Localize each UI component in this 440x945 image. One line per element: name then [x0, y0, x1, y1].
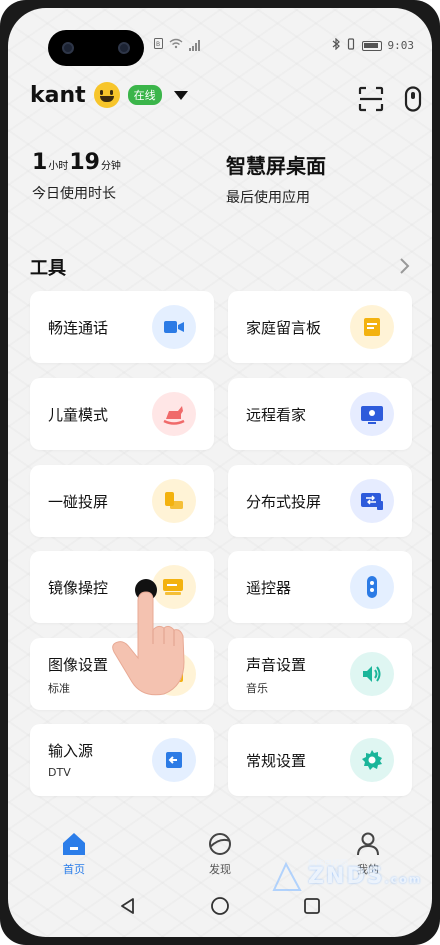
usage-hours: 1	[32, 150, 48, 175]
remote-control-icon[interactable]	[400, 86, 426, 112]
tool-card-sublabel: 音乐	[246, 682, 268, 695]
hours-unit: 小时	[48, 161, 69, 172]
back-icon[interactable]	[118, 896, 138, 916]
tool-card-label: 畅连通话	[48, 319, 109, 337]
tool-card[interactable]: 一碰投屏	[30, 465, 214, 537]
status-icons-right: 9:03	[332, 37, 415, 53]
tool-card-label: 儿童模式	[48, 406, 109, 424]
tool-card[interactable]: 输入源 DTV	[30, 724, 214, 796]
tool-card-label: 遥控器	[246, 579, 292, 597]
watermark-domain: .com	[384, 873, 423, 886]
usage-duration-value: 1 小时 19 分钟	[32, 150, 122, 175]
tool-card[interactable]: 儿童模式	[30, 378, 214, 450]
tool-card-label: 镜像操控	[48, 579, 109, 597]
smiley-emoji-icon	[93, 82, 120, 108]
speaker-icon	[350, 652, 394, 696]
usage-minutes: 19	[69, 150, 100, 175]
tool-card-label: 远程看家	[246, 406, 307, 424]
rocking-horse-icon	[152, 392, 196, 436]
bluetooth-icon	[332, 37, 340, 53]
tool-card[interactable]: 分布式投屏	[228, 465, 412, 537]
usage-duration-label: 今日使用时长	[32, 186, 116, 202]
nav-home-label: 首页	[63, 863, 85, 876]
person-icon	[357, 832, 379, 856]
wifi-icon	[169, 38, 183, 52]
tools-section-title: 工具	[30, 258, 66, 279]
vibrate-icon	[346, 38, 356, 53]
status-icons-left: B	[154, 38, 200, 52]
camera-lens-icon	[118, 42, 130, 54]
nav-home[interactable]: 首页	[44, 831, 104, 877]
camera-cutout	[48, 30, 144, 66]
minutes-unit: 分钟	[100, 161, 121, 172]
camera-lens-icon	[62, 42, 74, 54]
tool-card-label: 分布式投屏	[246, 493, 322, 511]
phone-frame: B 9:03 kant 在线 1 小时 19 分钟 今日使用时长 智慧屏桌面 最…	[0, 0, 440, 945]
tool-card-label: 图像设置	[48, 656, 109, 674]
username: kant	[30, 82, 86, 108]
notepad-icon	[350, 305, 394, 349]
system-navigation-bar	[8, 888, 432, 928]
user-header[interactable]: kant 在线	[30, 82, 188, 108]
online-status-badge: 在线	[127, 85, 162, 105]
gear-icon	[350, 738, 394, 782]
tool-card-label: 家庭留言板	[246, 319, 322, 337]
home-icon	[63, 833, 85, 855]
video-call-icon	[152, 305, 196, 349]
chevron-right-icon[interactable]	[398, 256, 412, 276]
recents-icon[interactable]	[302, 896, 322, 916]
clock: 9:03	[387, 39, 415, 52]
remote-control-icon	[350, 565, 394, 609]
discover-icon	[209, 833, 231, 855]
distributed-cast-icon	[350, 479, 394, 523]
tool-card[interactable]: 远程看家	[228, 378, 412, 450]
last-app-label: 最后使用应用	[226, 190, 310, 206]
svg-text:B: B	[156, 41, 160, 48]
tool-card[interactable]: 常规设置	[228, 724, 412, 796]
last-app-value: 智慧屏桌面	[226, 154, 326, 178]
tool-card[interactable]: 遥控器	[228, 551, 412, 623]
last-app-stat: 智慧屏桌面 最后使用应用	[226, 150, 326, 207]
watermark-text: ZNDS.com	[308, 864, 422, 889]
tool-card-label: 声音设置	[246, 656, 307, 674]
nav-discover[interactable]: 发现	[190, 831, 250, 877]
tool-card[interactable]: 畅连通话	[30, 291, 214, 363]
tool-card[interactable]: 声音设置 音乐	[228, 638, 412, 710]
nav-discover-label: 发现	[209, 863, 231, 876]
scan-icon[interactable]	[358, 86, 384, 112]
usage-duration-stat: 1 小时 19 分钟 今日使用时长	[32, 150, 122, 203]
tool-card-sublabel: DTV	[48, 766, 71, 779]
battery-icon	[361, 40, 382, 51]
watermark-brand: ZNDS	[308, 864, 385, 889]
screen: B 9:03 kant 在线 1 小时 19 分钟 今日使用时长 智慧屏桌面 最…	[8, 8, 432, 937]
monitor-icon	[350, 392, 394, 436]
home-button-icon[interactable]	[210, 896, 230, 916]
tool-card-label: 一碰投屏	[48, 493, 109, 511]
signal-icon	[189, 39, 200, 51]
sim-icon: B	[154, 38, 163, 52]
tool-card-sublabel: 标准	[48, 682, 70, 695]
tool-card[interactable]: 家庭留言板	[228, 291, 412, 363]
input-source-icon	[152, 738, 196, 782]
tap-cast-icon	[152, 479, 196, 523]
tool-card-label: 输入源	[48, 742, 94, 760]
dropdown-caret-icon[interactable]	[173, 90, 188, 100]
tool-card-label: 常规设置	[246, 752, 307, 770]
pointing-hand-icon	[112, 579, 185, 696]
